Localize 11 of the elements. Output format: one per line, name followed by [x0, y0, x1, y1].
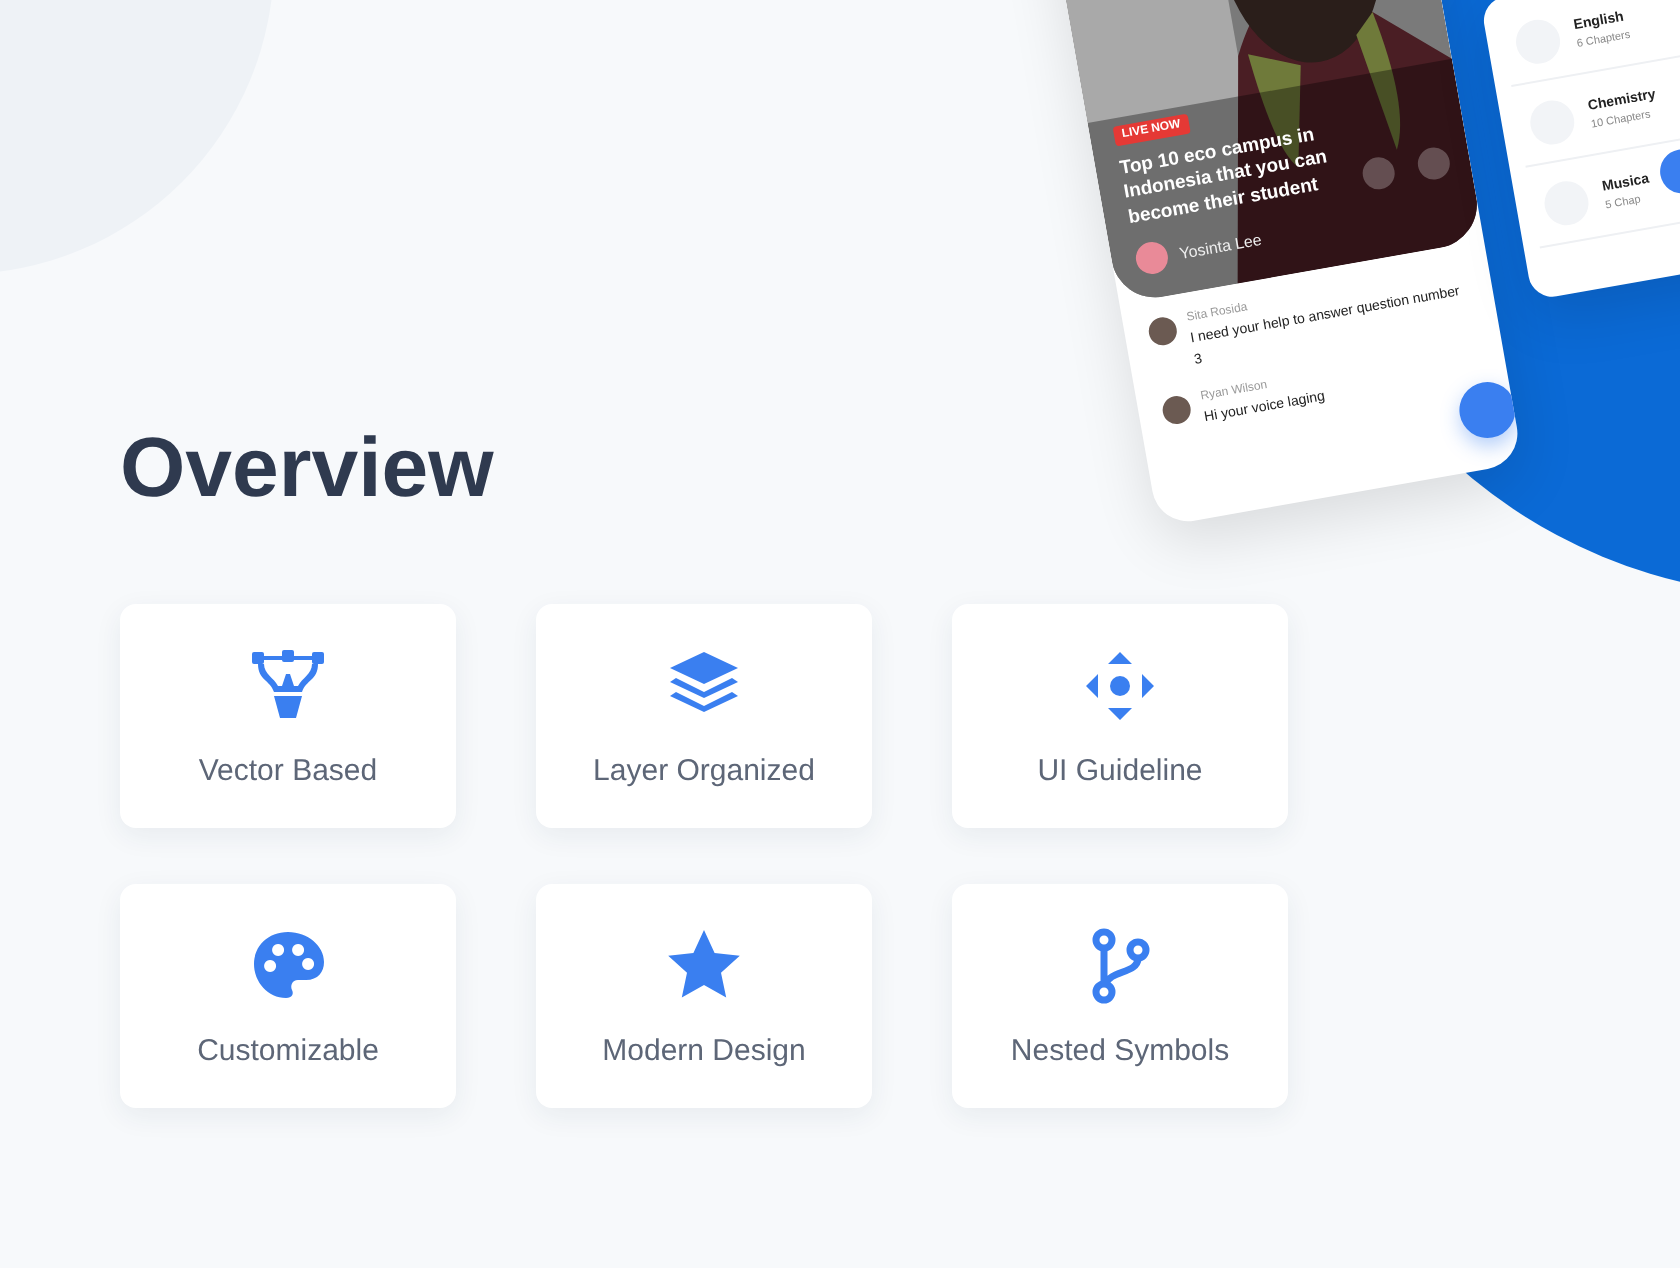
chat-button[interactable]: [1455, 377, 1520, 443]
feature-label: UI Guideline: [1037, 753, 1203, 787]
feature-label: Nested Symbols: [1010, 1033, 1230, 1067]
feature-label: Modern Design: [602, 1033, 806, 1067]
feature-label: Customizable: [197, 1033, 379, 1067]
page-title: Overview: [120, 420, 494, 516]
avatar-icon: [1146, 315, 1179, 348]
avatar-icon: [1160, 393, 1193, 427]
feature-label: Vector Based: [198, 753, 378, 787]
host-name: Yosinta Lee: [1177, 229, 1263, 262]
feature-label: Layer Organized: [593, 753, 815, 787]
